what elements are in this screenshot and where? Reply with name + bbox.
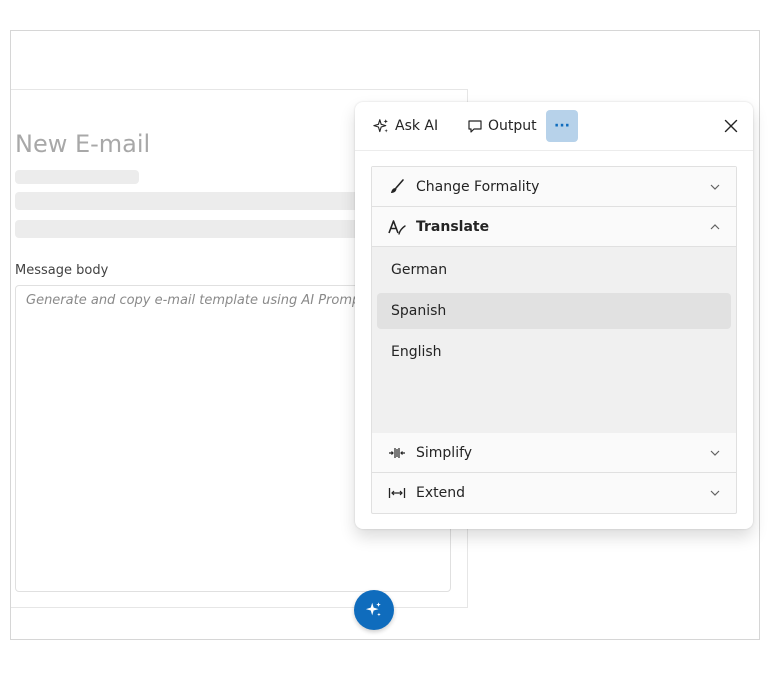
close-button[interactable] <box>719 114 743 138</box>
chevron-down-icon <box>710 184 722 190</box>
accordion-label: Extend <box>416 484 465 501</box>
accordion-extend[interactable]: Extend <box>372 473 736 512</box>
message-body-label: Message body <box>15 263 109 278</box>
accordion-label: Translate <box>416 218 490 235</box>
accordion-translate[interactable]: Translate <box>372 207 736 247</box>
more-icon: ··· <box>554 118 570 134</box>
option-label: German <box>391 262 448 278</box>
sparkle-icon <box>365 602 381 617</box>
translate-option-german[interactable]: German <box>377 252 731 288</box>
tab-ask-ai-label: Ask AI <box>395 118 439 134</box>
brush-icon <box>388 178 406 196</box>
popup-header: Ask AI Output ··· <box>355 102 753 151</box>
simplify-icon <box>388 444 406 462</box>
chevron-down-icon <box>710 490 722 496</box>
ai-prompt-fab-button[interactable] <box>354 590 394 630</box>
tab-more-button[interactable]: ··· <box>546 110 578 142</box>
option-label: English <box>391 344 442 360</box>
tab-ask-ai[interactable]: Ask AI <box>373 110 438 142</box>
ai-assist-popup: Ask AI Output ··· Change Formality Trans… <box>355 102 753 529</box>
tab-output[interactable]: Output <box>467 110 537 142</box>
close-icon <box>724 119 738 133</box>
translate-icon <box>388 218 406 236</box>
accordion-simplify[interactable]: Simplify <box>372 433 736 473</box>
accordion-change-formality[interactable]: Change Formality <box>372 167 736 207</box>
tab-output-label: Output <box>488 118 537 134</box>
sparkle-icon <box>373 118 388 132</box>
translate-options: German Spanish English <box>372 247 736 434</box>
translate-option-english[interactable]: English <box>377 334 731 370</box>
translate-option-spanish[interactable]: Spanish <box>377 293 731 329</box>
skeleton-line <box>15 170 139 184</box>
message-body-placeholder: Generate and copy e-mail template using … <box>26 293 379 308</box>
email-title: New E-mail <box>15 130 151 158</box>
chat-bubble-icon <box>468 120 482 133</box>
extend-icon <box>388 484 406 502</box>
accordion-label: Change Formality <box>416 178 540 195</box>
option-label: Spanish <box>391 303 447 319</box>
accordion-label: Simplify <box>416 444 473 461</box>
chevron-up-icon <box>710 223 722 230</box>
command-accordion: Change Formality Translate German Spanis… <box>371 166 737 514</box>
chevron-down-icon <box>710 450 722 456</box>
